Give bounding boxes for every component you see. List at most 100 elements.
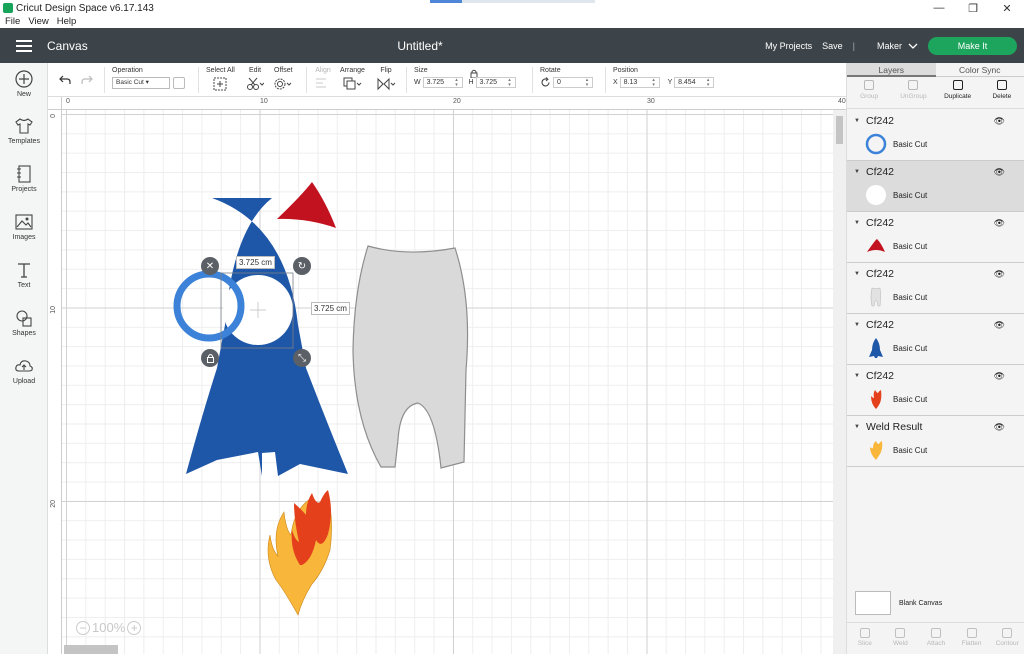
layer-name: Weld Result [866, 421, 923, 433]
ruler-tick: 10 [260, 98, 268, 105]
offset-icon[interactable] [274, 77, 292, 91]
duplicate-label: Duplicate [944, 93, 972, 100]
collapse-caret-icon[interactable]: ▼ [854, 169, 860, 175]
sidebar-item-shapes[interactable]: Shapes [0, 308, 48, 337]
blank-canvas-layer[interactable]: Blank Canvas [855, 591, 942, 615]
rotate-icon[interactable] [540, 77, 551, 88]
group-button[interactable]: Group [847, 77, 891, 108]
ruler-tick: 0 [66, 98, 70, 105]
layer-name: Cf242 [866, 115, 895, 127]
layer-item[interactable]: ▼ Cf242 👁 Basic Cut [847, 212, 1024, 263]
my-projects-link[interactable]: My Projects [765, 41, 812, 51]
ungroup-button[interactable]: UnGroup [891, 77, 935, 108]
contour-button[interactable]: Contour [989, 623, 1024, 654]
nose-triangle-shape[interactable] [277, 182, 336, 228]
collapse-caret-icon[interactable]: ▼ [854, 220, 860, 226]
plus-circle-icon [15, 70, 33, 88]
collapse-caret-icon[interactable]: ▼ [854, 322, 860, 328]
weld-label: Weld [893, 640, 908, 647]
sidebar-label: Shapes [12, 330, 36, 337]
sidebar-item-text[interactable]: Text [0, 260, 48, 289]
tab-color-sync[interactable]: Color Sync [935, 63, 1024, 77]
layer-item[interactable]: ▼ Cf242 👁 Basic Cut [847, 110, 1024, 161]
collapse-caret-icon[interactable]: ▼ [854, 373, 860, 379]
layer-operation: Basic Cut [893, 242, 928, 251]
eye-icon[interactable]: 👁 [994, 422, 1005, 433]
menu-view[interactable]: View [28, 16, 48, 28]
x-label: X [613, 79, 618, 86]
contour-label: Contour [995, 640, 1019, 647]
close-window-button[interactable]: ✕ [990, 0, 1024, 16]
pants-shape[interactable] [352, 245, 469, 469]
sidebar-item-upload[interactable]: Upload [0, 356, 48, 385]
operation-select[interactable]: Basic Cut ▾ [112, 77, 170, 89]
x-input[interactable]: 8.13 [619, 77, 660, 88]
design-canvas[interactable]: 3.725 cm 3.725 cm ✕ ↻ ⤡ [62, 110, 846, 654]
flip-icon[interactable] [376, 77, 396, 91]
maximize-button[interactable]: ❐ [956, 0, 990, 16]
eye-icon[interactable]: 👁 [994, 218, 1005, 229]
y-input[interactable]: 8.454 [674, 77, 715, 88]
redo-icon[interactable] [80, 74, 94, 86]
duplicate-button[interactable]: Duplicate [936, 77, 980, 108]
eye-icon[interactable]: 👁 [994, 371, 1005, 382]
eye-icon[interactable]: 👁 [994, 167, 1005, 178]
ruler-top: 0 10 20 30 40 [62, 97, 846, 110]
layer-name: Cf242 [866, 319, 895, 331]
layer-item[interactable]: ▼ Cf242 👁 Basic Cut [847, 314, 1024, 365]
rotate-input[interactable]: 0 [552, 77, 593, 89]
weld-button[interactable]: Weld [883, 623, 919, 654]
collapse-caret-icon[interactable]: ▼ [854, 424, 860, 430]
machine-select[interactable]: Maker [877, 41, 902, 51]
layer-item[interactable]: ▼ Cf242 👁 Basic Cut [847, 161, 1024, 212]
edit-toolbar: Operation Basic Cut ▾ Select All Edit Of… [48, 63, 846, 97]
height-input[interactable]: 3.725 [475, 77, 516, 88]
zoom-in-button[interactable]: + [127, 620, 142, 635]
layer-item[interactable]: ▼ Cf242 👁 Basic Cut [847, 263, 1024, 314]
menu-file[interactable]: File [5, 16, 20, 28]
sidebar-item-images[interactable]: Images [0, 212, 48, 241]
zoom-out-button[interactable]: − [76, 620, 90, 635]
eye-icon[interactable]: 👁 [994, 320, 1005, 331]
scissors-icon[interactable] [246, 77, 265, 91]
trash-icon [996, 80, 1007, 90]
layer-operation: Basic Cut [893, 191, 928, 200]
layer-item[interactable]: ▼ Weld Result 👁 Basic Cut [847, 416, 1024, 467]
sidebar-item-projects[interactable]: Projects [0, 164, 48, 193]
flatten-button[interactable]: Flatten [954, 623, 990, 654]
resize-handle-icon[interactable]: ⤡ [293, 349, 311, 367]
layer-operation: Basic Cut [893, 140, 928, 149]
collapse-caret-icon[interactable]: ▼ [854, 271, 860, 277]
ungroup-label: UnGroup [900, 93, 927, 100]
undo-icon[interactable] [58, 74, 72, 86]
document-title[interactable]: Untitled* [0, 39, 840, 53]
color-swatch[interactable] [173, 77, 185, 89]
arrange-label: Arrange [340, 67, 365, 74]
contour-icon [1002, 628, 1013, 638]
select-all-icon[interactable] [213, 77, 227, 91]
delete-handle-icon[interactable]: ✕ [201, 257, 219, 275]
minimize-button[interactable]: — [922, 0, 956, 16]
sidebar-item-new[interactable]: New [0, 69, 48, 98]
make-it-button[interactable]: Make It [928, 36, 1017, 55]
horizontal-scrollbar[interactable] [64, 645, 118, 654]
attach-button[interactable]: Attach [918, 623, 954, 654]
align-icon[interactable] [314, 77, 332, 91]
vertical-scrollbar[interactable] [833, 110, 846, 654]
tab-layers[interactable]: Layers [847, 63, 936, 77]
eye-icon[interactable]: 👁 [994, 269, 1005, 280]
layer-item[interactable]: ▼ Cf242 👁 Basic Cut [847, 365, 1024, 416]
arrange-icon[interactable] [342, 77, 362, 91]
delete-button[interactable]: Delete [980, 77, 1024, 108]
save-link[interactable]: Save [822, 41, 843, 51]
eye-icon[interactable]: 👁 [994, 116, 1005, 127]
menu-help[interactable]: Help [57, 16, 77, 28]
collapse-caret-icon[interactable]: ▼ [854, 118, 860, 124]
chevron-down-icon[interactable] [908, 42, 918, 50]
text-t-icon [18, 263, 30, 278]
rotate-handle-icon[interactable]: ↻ [293, 257, 311, 275]
lock-handle-icon[interactable] [201, 349, 219, 367]
sidebar-item-templates[interactable]: Templates [0, 116, 48, 145]
width-input[interactable]: 3.725 [422, 77, 463, 88]
slice-button[interactable]: Slice [847, 623, 883, 654]
